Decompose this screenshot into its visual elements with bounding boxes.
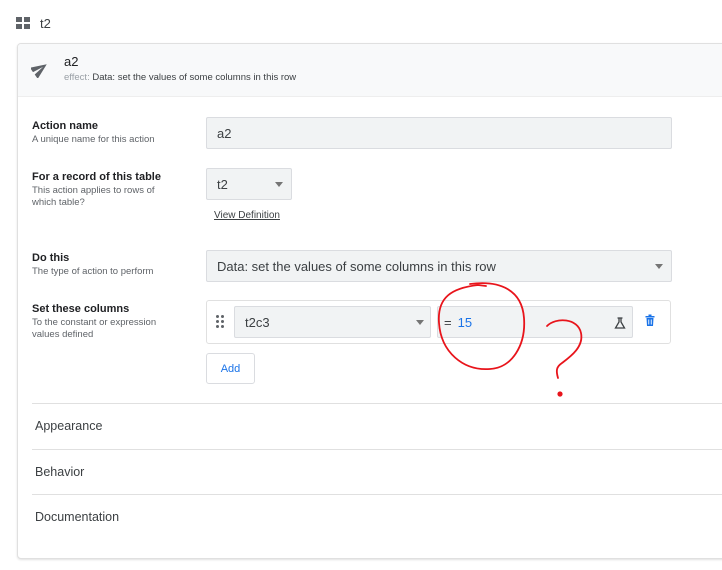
drag-handle-icon[interactable] [216,315,224,328]
table-select-value: t2 [217,176,228,192]
view-definition-link[interactable]: View Definition [214,210,280,221]
dropdown-caret-icon [275,182,283,187]
section-documentation[interactable]: Documentation [32,494,722,539]
table-select[interactable]: t2 [206,168,292,200]
expression-value: 15 [457,314,473,330]
for-record-label: For a record of this table [32,171,161,183]
expression-input[interactable]: = 15 [437,306,633,338]
dropdown-caret-icon [655,264,663,269]
action-name-label: Action name [32,120,99,132]
trash-icon[interactable] [644,314,656,327]
action-type-select[interactable]: Data: set the values of some columns in … [206,250,672,282]
table-breadcrumb[interactable]: t2 [16,14,51,32]
set-columns-label: Set these columns [32,303,130,315]
action-name-help: A unique name for this action [32,134,155,145]
for-record-help: This action applies to rows of which tab… [32,185,155,208]
action-card: a2 effect: Data: set the values of some … [17,43,722,559]
column-select-value: t2c3 [245,314,270,330]
dropdown-caret-icon [416,320,424,325]
do-this-help: The type of action to perform [32,266,154,277]
do-this-label: Do this [32,252,70,264]
action-type-value: Data: set the values of some columns in … [217,258,496,274]
action-title: a2 [64,54,79,69]
action-name-value: a2 [217,125,232,141]
section-behavior[interactable]: Behavior [32,449,722,494]
table-name: t2 [40,15,51,31]
column-assignment-row: t2c3 = 15 [206,300,671,344]
grid-icon [16,17,30,29]
expression-operator: = [444,314,452,330]
add-column-button[interactable]: Add [206,353,255,384]
action-effect: effect: Data: set the values of some col… [64,72,296,83]
column-select[interactable]: t2c3 [234,306,431,338]
action-card-header[interactable]: a2 effect: Data: set the values of some … [18,44,722,97]
paper-plane-icon [31,64,47,78]
section-appearance[interactable]: Appearance [32,403,722,448]
set-columns-help: To the constant or expression values def… [32,317,157,340]
flask-icon[interactable] [614,317,626,329]
action-name-input[interactable]: a2 [206,117,672,149]
effect-label: effect: [64,72,90,83]
effect-value: Data: set the values of some columns in … [92,72,297,83]
